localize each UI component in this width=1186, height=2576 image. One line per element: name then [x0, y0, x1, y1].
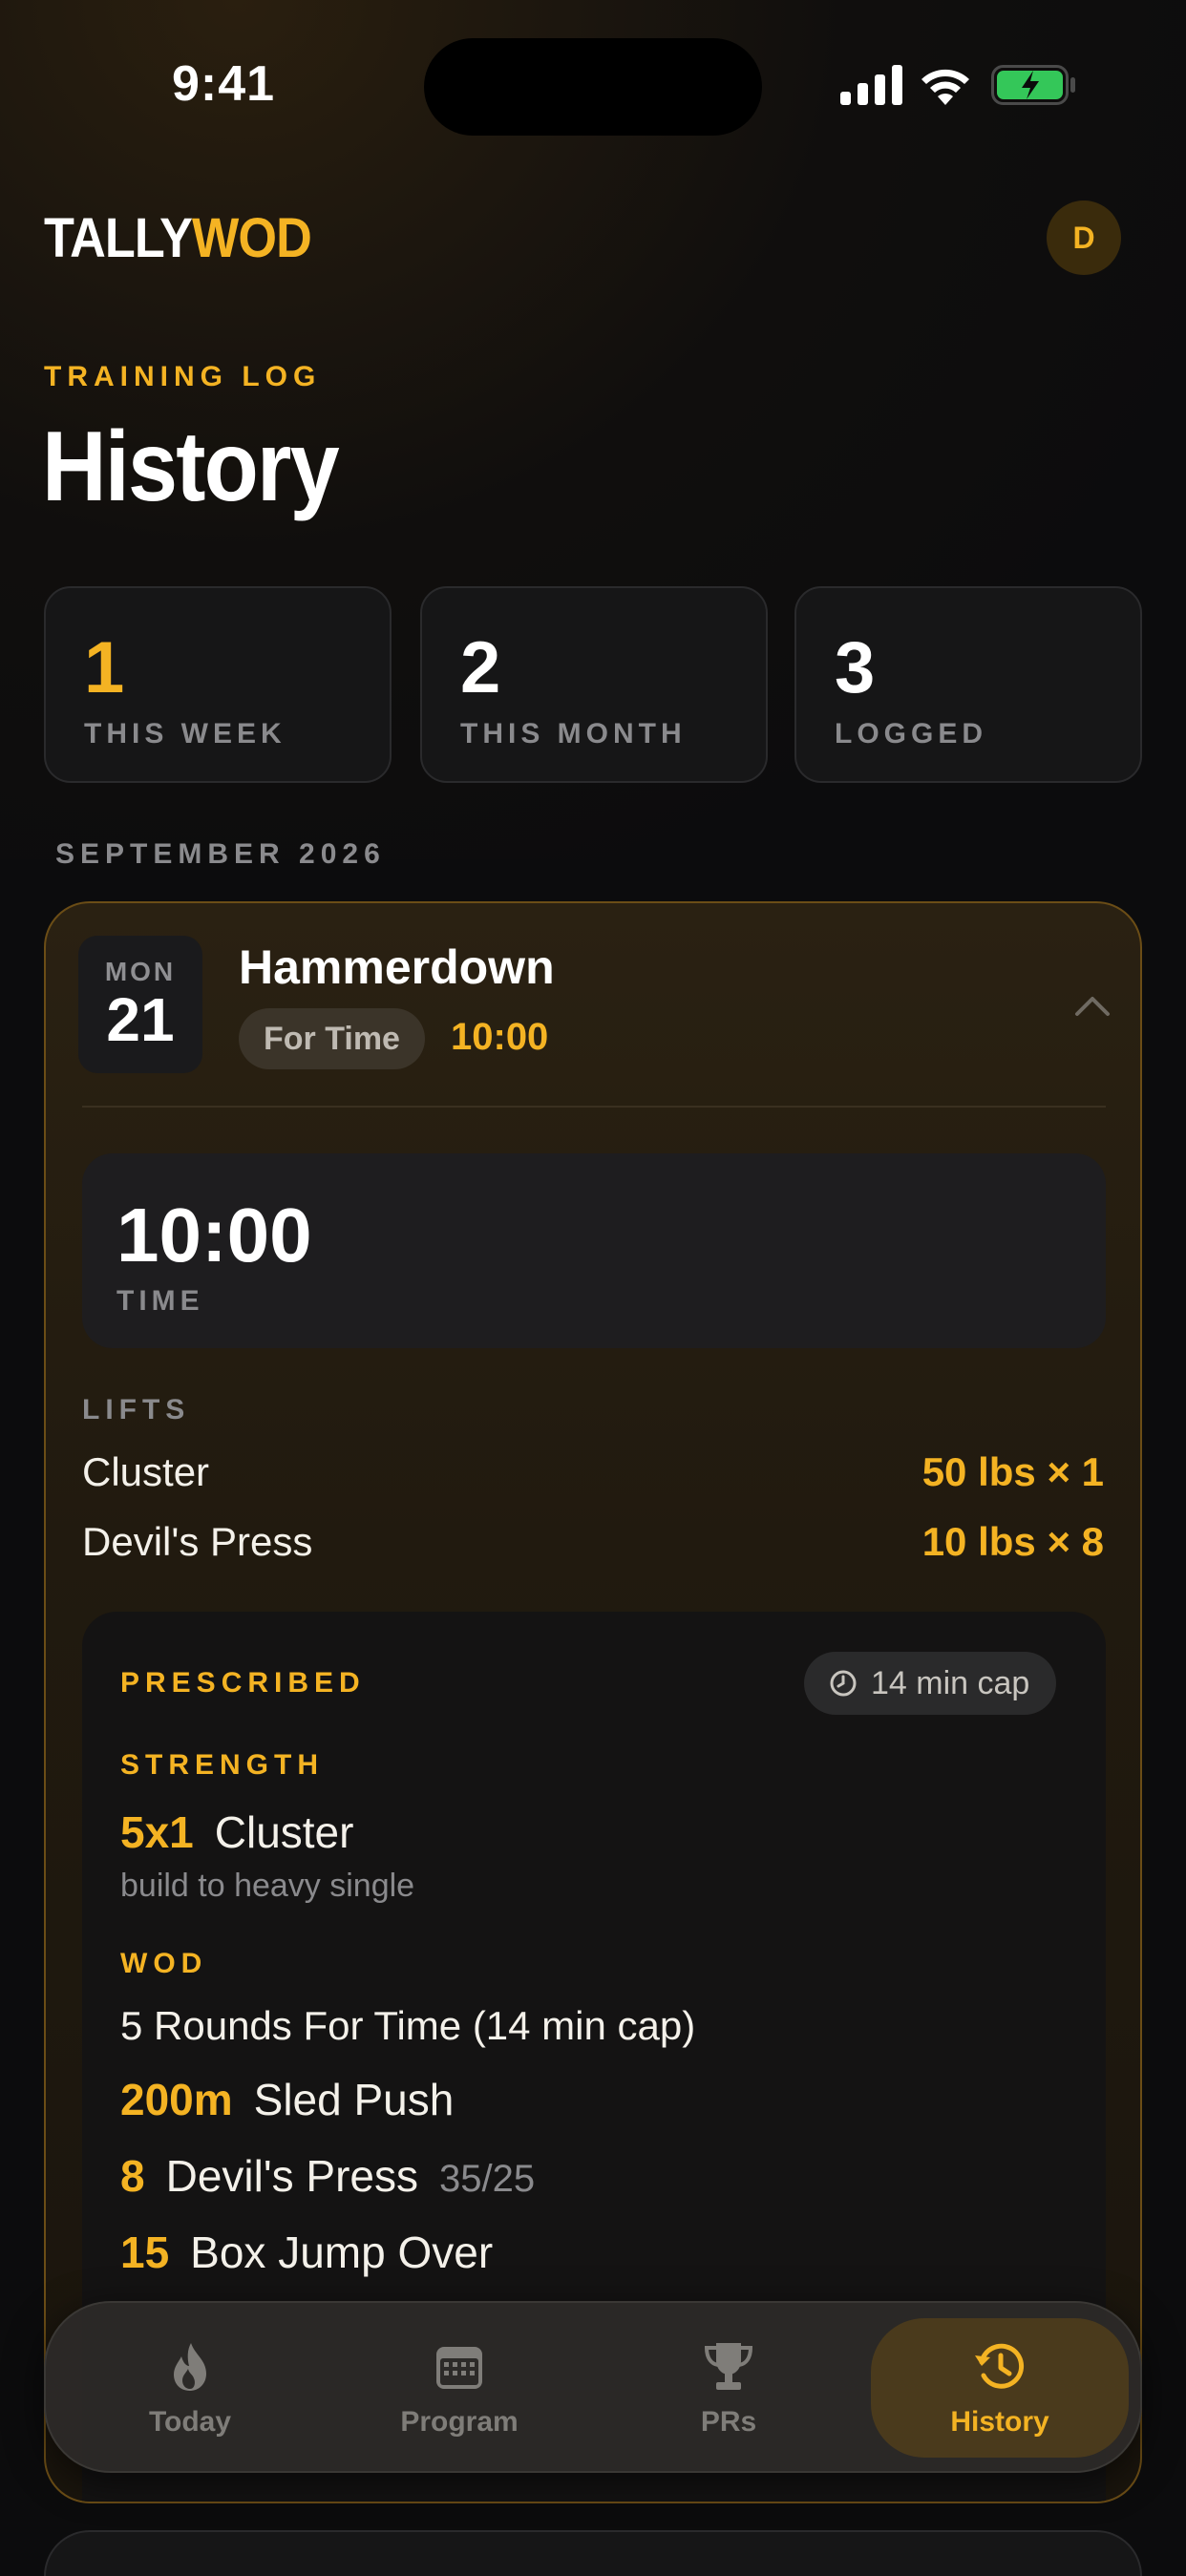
wod-description: 5 Rounds For Time (14 min cap)	[120, 2003, 696, 2048]
flame-icon	[174, 2343, 206, 2391]
tab-prs[interactable]: PRs	[600, 2318, 858, 2458]
calendar-icon	[436, 2347, 482, 2389]
signal-icon	[840, 65, 902, 105]
avatar[interactable]: D	[1047, 201, 1121, 275]
history-icon	[975, 2343, 1025, 2389]
battery-charging-icon	[991, 65, 1075, 105]
stat-label: THIS WEEK	[84, 718, 286, 750]
tab-label: PRs	[700, 2406, 757, 2438]
movement-name: Sled Push	[253, 2075, 455, 2124]
tab-label: History	[950, 2406, 1049, 2438]
lift-name: Cluster	[82, 1449, 210, 1494]
workout-card[interactable]: MON 21 Hammerdown For Time 10:00 10:00 T…	[44, 901, 1142, 2503]
movement-quantity: 8	[120, 2151, 145, 2201]
tab-label: Program	[400, 2406, 519, 2438]
stat-label: LOGGED	[835, 718, 988, 750]
time-cap-text: 14 min cap	[871, 1664, 1030, 1701]
movement-weights: 35/25	[438, 2158, 536, 2200]
day-number: 21	[106, 985, 175, 1054]
movement-name: Cluster	[214, 1807, 354, 1857]
movement-quantity: 5x1	[120, 1807, 194, 1857]
tab-bar: Today Program PRs History	[44, 2301, 1142, 2473]
trophy-icon	[704, 2343, 753, 2390]
wod-movement: 200m Sled Push	[120, 2074, 454, 2125]
lift-value: 50 lbs × 1	[921, 1449, 1104, 1494]
stat-value: 1	[84, 627, 125, 708]
wifi-icon	[921, 69, 969, 105]
chevron-up-icon[interactable]	[1073, 993, 1112, 1018]
tab-program[interactable]: Program	[330, 2318, 588, 2458]
time-cap-badge: 14 min cap	[804, 1652, 1057, 1715]
tab-label: Today	[148, 2406, 232, 2438]
lift-name: Devil's Press	[82, 1519, 313, 1564]
stat-value: 3	[835, 627, 876, 708]
dynamic-island	[424, 38, 762, 136]
tab-today[interactable]: Today	[61, 2318, 319, 2458]
day-of-week: MON	[104, 957, 177, 986]
result-value: 10:00	[116, 1193, 312, 1277]
lift-value: 10 lbs × 8	[921, 1519, 1104, 1564]
stat-this-week: 1 THIS WEEK	[44, 586, 392, 783]
status-time: 9:41	[172, 56, 276, 112]
stat-this-month: 2 THIS MONTH	[420, 586, 768, 783]
stat-value: 2	[460, 627, 501, 708]
page-title: History	[42, 412, 340, 522]
page-eyebrow: TRAINING LOG	[44, 361, 322, 392]
clock-icon	[830, 1670, 857, 1697]
wod-movement: 15 Box Jump Over	[120, 2227, 493, 2278]
lifts-header: LIFTS	[82, 1394, 191, 1425]
prescribed-header: PRESCRIBED	[120, 1667, 366, 1699]
wod-movement: 8 Devil's Press 35/25	[120, 2150, 535, 2202]
movement-name: Box Jump Over	[190, 2228, 494, 2277]
movement-name: Devil's Press	[165, 2151, 418, 2201]
workout-name: Hammerdown	[239, 940, 555, 994]
movement-quantity: 15	[120, 2228, 170, 2277]
workout-result: 10:00	[451, 1016, 549, 1058]
workout-card-next[interactable]	[44, 2530, 1142, 2576]
result-label: TIME	[116, 1285, 204, 1317]
strength-movement: 5x1 Cluster	[120, 1806, 353, 1858]
result-box: 10:00 TIME	[82, 1153, 1106, 1348]
movement-quantity: 200m	[120, 2075, 233, 2124]
date-badge: MON 21	[78, 936, 202, 1073]
stat-label: THIS MONTH	[460, 718, 687, 750]
tab-history[interactable]: History	[871, 2318, 1129, 2458]
wod-header: WOD	[120, 1948, 208, 1979]
app-logo: TALLYWOD	[44, 207, 312, 269]
stat-logged: 3 LOGGED	[794, 586, 1142, 783]
divider	[82, 1106, 1106, 1108]
workout-type-badge: For Time	[239, 1008, 425, 1069]
month-header: SEPTEMBER 2026	[55, 838, 386, 870]
strength-header: STRENGTH	[120, 1749, 324, 1781]
strength-note: build to heavy single	[120, 1868, 415, 1904]
